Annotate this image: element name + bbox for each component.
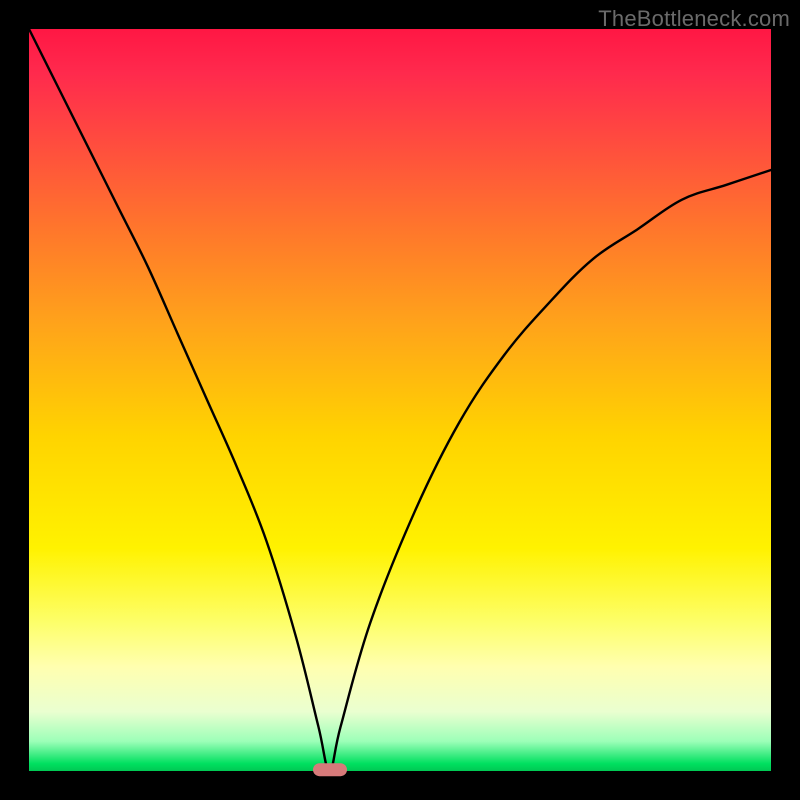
plot-area: [29, 29, 771, 771]
chart-frame: TheBottleneck.com: [0, 0, 800, 800]
optimum-marker: [313, 763, 347, 776]
bottleneck-curve: [29, 29, 771, 771]
